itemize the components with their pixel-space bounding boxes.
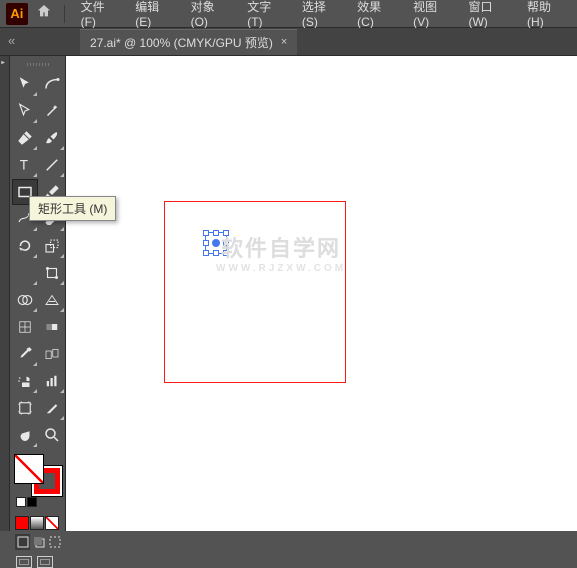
panel-grip-icon[interactable] bbox=[12, 60, 63, 68]
screen-mode-row bbox=[12, 556, 63, 568]
tools-panel: T bbox=[10, 56, 66, 531]
menu-edit[interactable]: 编辑(E) bbox=[131, 0, 178, 31]
menu-separator bbox=[64, 5, 65, 23]
direct-selection-tool[interactable] bbox=[12, 98, 38, 124]
object-center-icon bbox=[212, 239, 220, 247]
handle-mid-left[interactable] bbox=[203, 240, 209, 246]
fill-swatch[interactable] bbox=[14, 454, 44, 484]
artboard-tool[interactable] bbox=[12, 395, 38, 421]
handle-top-left[interactable] bbox=[203, 230, 209, 236]
document-tab[interactable]: 27.ai* @ 100% (CMYK/GPU 预览) × bbox=[80, 29, 297, 55]
menu-help[interactable]: 帮助(H) bbox=[523, 0, 571, 31]
menu-view[interactable]: 视图(V) bbox=[409, 0, 456, 31]
blend-tool[interactable] bbox=[39, 341, 65, 367]
menu-file[interactable]: 文件(F) bbox=[77, 0, 124, 31]
free-transform-tool[interactable] bbox=[39, 260, 65, 286]
menu-effect[interactable]: 效果(C) bbox=[353, 0, 401, 31]
tool-tooltip: 矩形工具 (M) bbox=[29, 196, 116, 221]
tab-close-icon[interactable]: × bbox=[281, 36, 287, 48]
draw-behind-icon[interactable] bbox=[31, 534, 46, 550]
screen-mode-normal-icon[interactable] bbox=[16, 556, 32, 568]
slice-tool[interactable] bbox=[39, 395, 65, 421]
handle-bottom-left[interactable] bbox=[203, 250, 209, 256]
curvature-tool[interactable] bbox=[39, 71, 65, 97]
scale-tool[interactable] bbox=[39, 233, 65, 259]
color-gradient[interactable] bbox=[30, 516, 44, 530]
mesh-tool[interactable] bbox=[12, 314, 38, 340]
left-panels: T bbox=[0, 56, 66, 531]
handle-top-right[interactable] bbox=[223, 230, 229, 236]
symbol-sprayer-tool[interactable] bbox=[12, 368, 38, 394]
draw-inside-icon[interactable] bbox=[48, 534, 63, 550]
handle-top-mid[interactable] bbox=[213, 230, 219, 236]
perspective-grid-tool[interactable] bbox=[39, 287, 65, 313]
pen-tool[interactable] bbox=[12, 125, 38, 151]
fill-stroke-swatches[interactable] bbox=[12, 454, 64, 498]
gradient-tool[interactable] bbox=[39, 314, 65, 340]
app-logo-icon: Ai bbox=[6, 3, 28, 25]
document-tab-title: 27.ai* @ 100% (CMYK/GPU 预览) bbox=[90, 34, 273, 51]
color-mode-row bbox=[12, 516, 63, 530]
rotate-tool[interactable] bbox=[12, 233, 38, 259]
home-icon[interactable] bbox=[36, 3, 52, 24]
menu-select[interactable]: 选择(S) bbox=[298, 0, 345, 31]
workspace: T bbox=[0, 56, 577, 531]
paintbrush-tool[interactable] bbox=[39, 125, 65, 151]
magic-wand-tool[interactable] bbox=[39, 98, 65, 124]
handle-mid-right[interactable] bbox=[223, 240, 229, 246]
menu-window[interactable]: 窗口(W) bbox=[464, 0, 515, 31]
color-none[interactable] bbox=[45, 516, 59, 530]
handle-bottom-right[interactable] bbox=[223, 250, 229, 256]
shape-builder-tool[interactable] bbox=[12, 287, 38, 313]
selection-tool[interactable] bbox=[12, 71, 38, 97]
svg-text:T: T bbox=[20, 158, 28, 173]
hand-tool[interactable] bbox=[12, 422, 38, 448]
handle-bottom-mid[interactable] bbox=[213, 250, 219, 256]
canvas[interactable]: 软件自学网 WWW.RJZXW.COM bbox=[66, 56, 577, 531]
default-swap-icons[interactable] bbox=[16, 497, 37, 507]
menu-type[interactable]: 文字(T) bbox=[243, 0, 290, 31]
eyedropper-tool[interactable] bbox=[12, 341, 38, 367]
tool-grid: T bbox=[12, 71, 63, 448]
draw-mode-row bbox=[12, 534, 63, 550]
color-solid[interactable] bbox=[15, 516, 29, 530]
line-segment-tool[interactable] bbox=[39, 152, 65, 178]
menu-bar: Ai 文件(F) 编辑(E) 对象(O) 文字(T) 选择(S) 效果(C) 视… bbox=[0, 0, 577, 28]
column-graph-tool[interactable] bbox=[39, 368, 65, 394]
width-tool[interactable] bbox=[12, 260, 38, 286]
screen-mode-full-icon[interactable] bbox=[37, 556, 53, 568]
zoom-tool[interactable] bbox=[39, 422, 65, 448]
panel-collapse-strip[interactable] bbox=[0, 56, 10, 531]
menu-object[interactable]: 对象(O) bbox=[187, 0, 236, 31]
draw-normal-icon[interactable] bbox=[15, 534, 30, 550]
type-tool[interactable]: T bbox=[12, 152, 38, 178]
selected-object[interactable] bbox=[205, 232, 227, 254]
artboard-rectangle[interactable] bbox=[164, 201, 346, 383]
tab-nav-back-icon[interactable]: « bbox=[8, 33, 15, 48]
document-tab-bar: « 27.ai* @ 100% (CMYK/GPU 预览) × bbox=[0, 28, 577, 56]
